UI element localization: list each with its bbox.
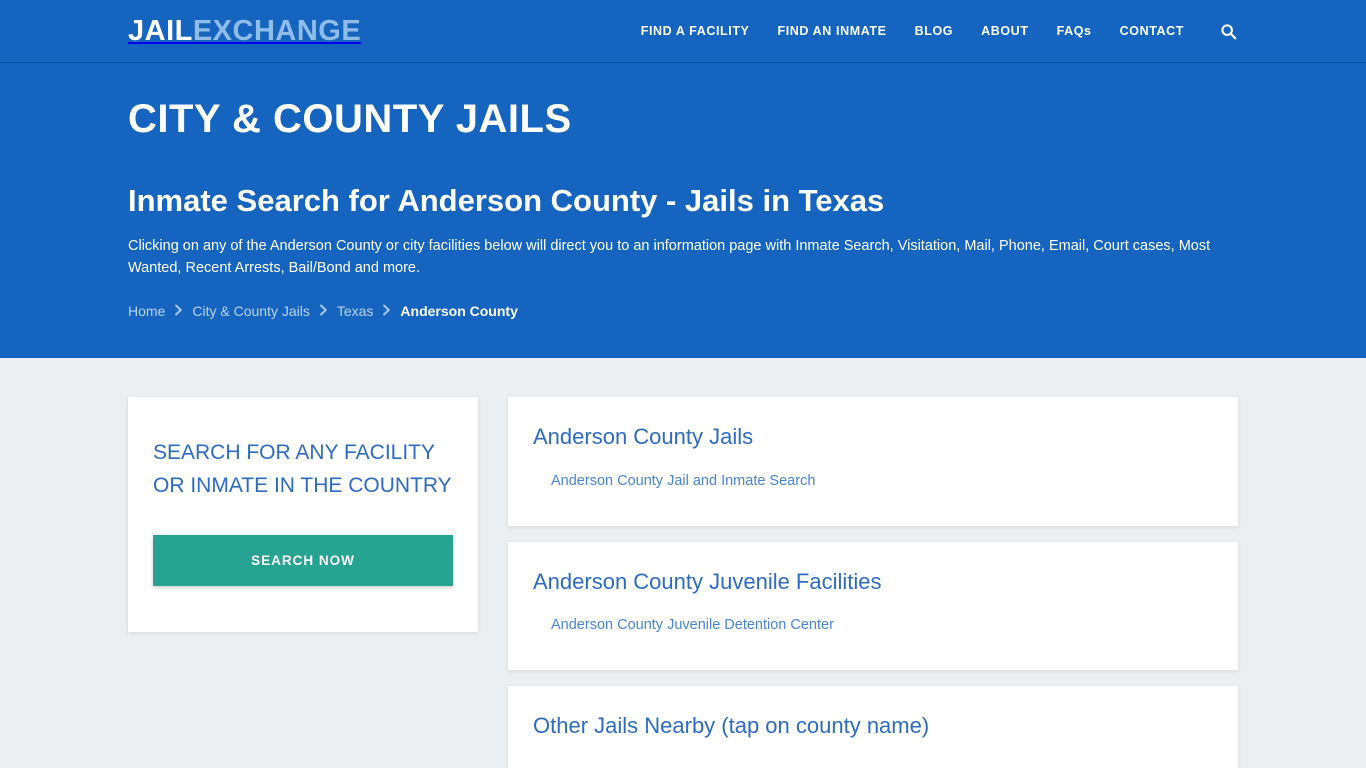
facility-card-title: Other Jails Nearby (tap on county name) (533, 713, 930, 738)
breadcrumb-item-home[interactable]: Home (128, 303, 165, 319)
page-kicker: CITY & COUNTY JAILS (128, 97, 572, 141)
search-icon[interactable] (1218, 21, 1238, 41)
facility-card-title: Anderson County Jails (533, 424, 754, 449)
facility-link-list: Anderson County Juvenile Detention Cente… (533, 616, 1213, 634)
facility-link[interactable]: Anderson County Jail and Inmate Search (551, 473, 815, 489)
breadcrumb-item-city-county-jails[interactable]: City & County Jails (192, 303, 309, 319)
nav-item-find-a-facility[interactable]: FIND A FACILITY (641, 24, 750, 38)
site-logo[interactable]: JAILEXCHANGE (128, 14, 362, 47)
list-item: Anderson County Jail and Inmate Search (533, 472, 1213, 490)
search-promo-title: SEARCH FOR ANY FACILITY OR INMATE IN THE… (153, 441, 452, 497)
search-now-button[interactable]: SEARCH NOW (153, 535, 453, 587)
nav-item-blog[interactable]: BLOG (915, 24, 954, 38)
sidebar: SEARCH FOR ANY FACILITY OR INMATE IN THE… (128, 397, 478, 633)
main-navigation: FIND A FACILITY FIND AN INMATE BLOG ABOU… (641, 21, 1238, 41)
breadcrumb: Home City & County Jails Texas Anderson … (128, 303, 1238, 319)
header-inner: JAILEXCHANGE FIND A FACILITY FIND AN INM… (0, 14, 1366, 47)
facility-card-title: Anderson County Juvenile Facilities (533, 568, 882, 594)
breadcrumb-item-texas[interactable]: Texas (337, 303, 374, 319)
site-header: JAILEXCHANGE FIND A FACILITY FIND AN INM… (0, 0, 1366, 63)
page-description: Clicking on any of the Anderson County o… (128, 237, 1211, 277)
nav-item-about[interactable]: ABOUT (981, 24, 1028, 38)
facility-card-juvenile: Anderson County Juvenile Facilities Ande… (508, 541, 1238, 670)
facility-link-list: Anderson County Jail and Inmate Search (533, 472, 1213, 490)
chevron-right-icon (319, 304, 328, 316)
facility-card-jails: Anderson County Jails Anderson County Ja… (508, 397, 1238, 526)
chevron-right-icon (382, 304, 391, 316)
chevron-right-icon (174, 304, 183, 316)
breadcrumb-item-current: Anderson County (400, 302, 518, 319)
facility-card-nearby: Other Jails Nearby (tap on county name) (508, 686, 1238, 768)
nav-item-find-an-inmate[interactable]: FIND AN INMATE (778, 24, 887, 38)
search-promo-card: SEARCH FOR ANY FACILITY OR INMATE IN THE… (128, 397, 478, 633)
facility-link[interactable]: Anderson County Juvenile Detention Cente… (551, 617, 834, 633)
logo-secondary-text: EXCHANGE (192, 14, 362, 47)
nav-item-faqs[interactable]: FAQs (1057, 24, 1092, 38)
page-title: Inmate Search for Anderson County - Jail… (128, 182, 885, 218)
main-content: Anderson County Jails Anderson County Ja… (508, 397, 1238, 768)
page-body: SEARCH FOR ANY FACILITY OR INMATE IN THE… (0, 358, 1366, 768)
hero-section: CITY & COUNTY JAILS Inmate Search for An… (0, 63, 1366, 358)
logo-primary-text: JAIL (128, 14, 193, 47)
list-item: Anderson County Juvenile Detention Cente… (533, 616, 1213, 634)
nav-item-contact[interactable]: CONTACT (1120, 24, 1184, 38)
